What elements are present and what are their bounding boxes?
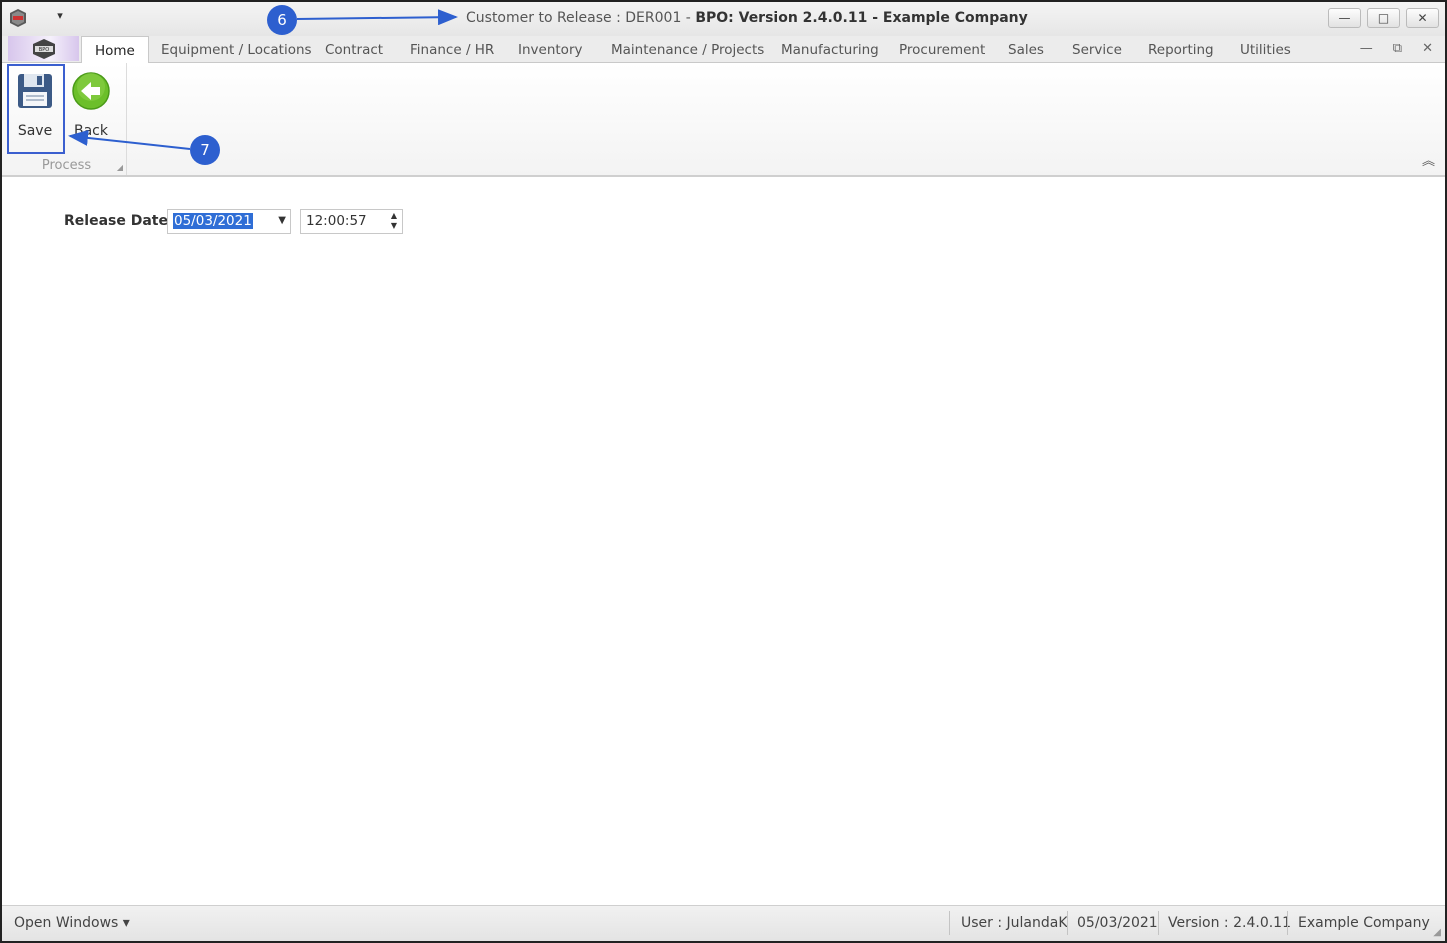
status-separator [949, 911, 950, 935]
tab-maintenance-projects[interactable]: Maintenance / Projects [611, 42, 764, 58]
back-button[interactable]: Back [64, 67, 118, 139]
window-controls: — □ ✕ [1328, 8, 1439, 28]
save-highlight-box [7, 64, 65, 154]
bpo-logo-icon: BPO [32, 38, 55, 59]
mdi-controls: — ⧉ ✕ [1360, 41, 1433, 56]
status-separator [1067, 911, 1068, 935]
ribbon-tabs: BPO Home Equipment / Locations Contract … [2, 36, 1445, 64]
release-date-label: Release Date [64, 213, 168, 229]
resize-grip-icon[interactable]: ◢ [1433, 927, 1441, 938]
status-user: User : JulandaK [961, 915, 1068, 931]
app-logo-icon[interactable] [8, 8, 28, 28]
tab-finance-hr[interactable]: Finance / HR [410, 42, 494, 58]
tab-inventory[interactable]: Inventory [518, 42, 582, 58]
mdi-close-button[interactable]: ✕ [1422, 41, 1433, 56]
application-menu-button[interactable]: BPO [8, 36, 79, 61]
status-separator [1158, 911, 1159, 935]
ribbon-collapse-icon[interactable]: ︽ [1422, 150, 1435, 169]
ribbon-group-label: Process [41, 158, 92, 173]
group-dialog-launcher-icon[interactable]: ◢ [117, 163, 123, 172]
tab-home[interactable]: Home [81, 36, 149, 64]
chevron-down-icon[interactable]: ▼ [278, 215, 286, 226]
form-area: Release Date 05/03/2021 ▼ 12:00:57 ▲ ▼ [2, 178, 1445, 903]
mdi-minimize-button[interactable]: — [1360, 41, 1373, 56]
ribbon-panel: Save Back Process ◢ ︽ [2, 63, 1445, 177]
status-company: Example Company [1298, 915, 1430, 931]
tab-service[interactable]: Service [1072, 42, 1122, 58]
tab-contract[interactable]: Contract [325, 42, 383, 58]
mdi-restore-button[interactable]: ⧉ [1393, 41, 1402, 56]
window-title: Customer to Release : DER001 - BPO: Vers… [466, 10, 1028, 26]
back-arrow-icon [72, 72, 110, 110]
back-button-label: Back [74, 123, 108, 139]
tab-sales[interactable]: Sales [1008, 42, 1044, 58]
title-bar: ▾ Customer to Release : DER001 - BPO: Ve… [2, 2, 1445, 36]
tab-reporting[interactable]: Reporting [1148, 42, 1214, 58]
annotation-step-7: 7 [190, 135, 220, 165]
tab-utilities[interactable]: Utilities [1240, 42, 1291, 58]
status-bar: Open Windows ▾ User : JulandaK 05/03/202… [2, 905, 1445, 941]
time-spinner-icon[interactable]: ▲ ▼ [391, 211, 397, 231]
release-date-field[interactable]: 05/03/2021 ▼ [167, 209, 291, 234]
quick-access-dropdown[interactable]: ▾ [52, 9, 68, 22]
close-button[interactable]: ✕ [1406, 8, 1439, 28]
annotation-step-6: 6 [267, 5, 297, 35]
status-separator [1287, 911, 1288, 935]
status-version: Version : 2.4.0.11 [1168, 915, 1291, 931]
status-date: 05/03/2021 [1077, 915, 1158, 931]
release-time-value[interactable]: 12:00:57 [306, 213, 367, 229]
window-title-app: BPO: Version 2.4.0.11 - Example Company [695, 10, 1028, 26]
tab-procurement[interactable]: Procurement [899, 42, 985, 58]
maximize-button[interactable]: □ [1367, 8, 1400, 28]
open-windows-menu[interactable]: Open Windows ▾ [14, 915, 130, 931]
release-time-field[interactable]: 12:00:57 ▲ ▼ [300, 209, 403, 234]
minimize-button[interactable]: — [1328, 8, 1361, 28]
release-date-value[interactable]: 05/03/2021 [173, 213, 253, 229]
svg-text:BPO: BPO [38, 47, 48, 53]
tab-equipment-locations[interactable]: Equipment / Locations [161, 42, 312, 58]
tab-manufacturing[interactable]: Manufacturing [781, 42, 879, 58]
window-title-prefix: Customer to Release : DER001 - [466, 10, 696, 26]
